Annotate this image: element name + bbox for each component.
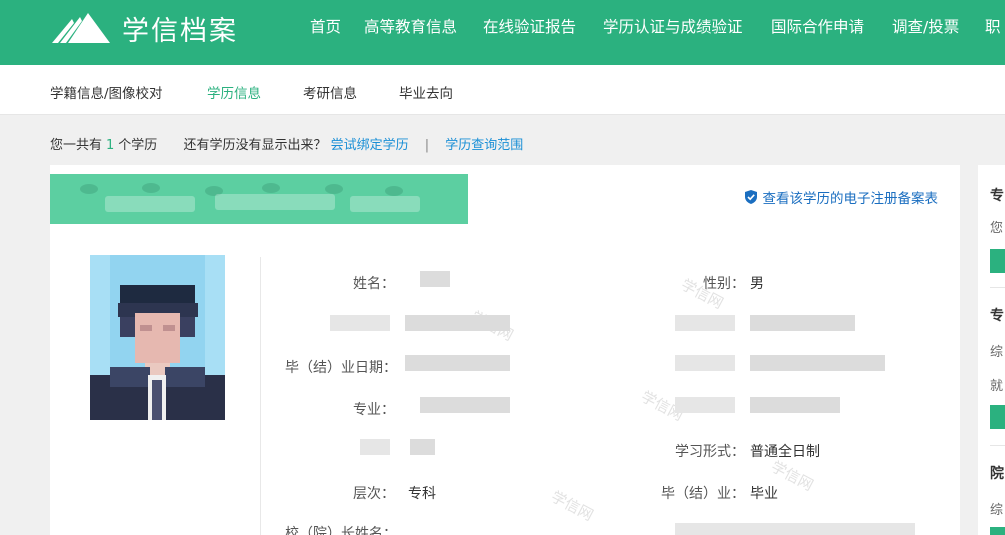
- query-scope-link[interactable]: 学历查询范围: [445, 138, 523, 153]
- sidebar-section-text: 综: [990, 503, 1004, 518]
- sidebar-divider: [990, 445, 1005, 446]
- banner-pattern: [325, 184, 343, 194]
- sidebar-section-text: 就: [990, 379, 1004, 394]
- redacted-school-name: [350, 196, 420, 212]
- logo[interactable]: 学信档案: [50, 8, 238, 48]
- redacted-field-value: [405, 315, 510, 331]
- redacted-field-value: [410, 439, 435, 455]
- redacted-major-value: [420, 397, 510, 413]
- gender-value: 男: [750, 276, 764, 292]
- redacted-name-value: [420, 271, 450, 287]
- degree-count: 1: [106, 138, 115, 153]
- sidebar-action-button[interactable]: [990, 527, 1005, 535]
- redacted-field-label: [360, 439, 390, 455]
- student-photo-image: [90, 255, 225, 420]
- view-registration-record-label: 查看该学历的电子注册备案表: [762, 191, 939, 207]
- major-label: 专业：: [353, 402, 395, 418]
- name-label: 姓名：: [353, 276, 395, 292]
- sidebar-section-title: 专: [990, 308, 1004, 324]
- sidebar-section-title: 专: [990, 188, 1004, 204]
- banner-pattern: [262, 183, 280, 193]
- nav-item-online-report[interactable]: 在线验证报告: [483, 15, 576, 37]
- top-navigation-bar: 学信档案 首页 高等教育信息 在线验证报告 学历认证与成绩验证 国际合作申请 调…: [0, 0, 1005, 65]
- redacted-graduation-date-value: [405, 355, 510, 371]
- redacted-field-label: [675, 355, 735, 371]
- sidebar-action-button[interactable]: [990, 405, 1005, 429]
- banner-pattern: [142, 183, 160, 193]
- logo-icon: [52, 13, 110, 43]
- level-value: 专科: [408, 486, 436, 502]
- nav-item-home[interactable]: 首页: [310, 15, 341, 37]
- sub-navigation-bar: 学籍信息/图像校对 学历信息 考研信息 毕业去向: [0, 65, 1005, 115]
- view-registration-record-link[interactable]: 查看该学历的电子注册备案表: [744, 187, 939, 207]
- summary-question: 还有学历没有显示出来？: [183, 138, 327, 153]
- nav-item-career[interactable]: 职: [985, 15, 1001, 37]
- graduation-status-label: 毕（结）业：: [661, 486, 745, 502]
- subnav-tab-destination[interactable]: 毕业去向: [399, 82, 453, 102]
- redacted-principal-value: [675, 523, 915, 535]
- redacted-field-value: [750, 315, 855, 331]
- photo-divider: [260, 257, 261, 535]
- sidebar-section-text: 综: [990, 345, 1004, 360]
- logo-text: 学信档案: [122, 15, 238, 47]
- nav-item-higher-education[interactable]: 高等教育信息: [364, 15, 457, 37]
- nav-item-international[interactable]: 国际合作申请: [771, 15, 864, 37]
- nav-item-certification[interactable]: 学历认证与成绩验证: [603, 15, 743, 37]
- student-photo: [90, 255, 225, 420]
- graduation-status-value: 毕业: [750, 486, 778, 502]
- nav-item-survey[interactable]: 调查/投票: [892, 15, 959, 37]
- banner-pattern: [385, 186, 403, 196]
- subnav-tab-postgrad-exam[interactable]: 考研信息: [303, 82, 357, 102]
- school-name-banner: [50, 174, 468, 224]
- redacted-school-name: [105, 196, 195, 212]
- subnav-tab-enrollment[interactable]: 学籍信息/图像校对: [50, 82, 163, 102]
- graduation-date-label: 毕（结）业日期：: [285, 360, 397, 376]
- summary-separator: |: [424, 138, 430, 153]
- sidebar-section-text: 您: [990, 221, 1004, 236]
- sidebar-section-title: 院: [990, 466, 1004, 482]
- summary-prefix: 您一共有: [50, 138, 103, 153]
- subnav-tab-degree[interactable]: 学历信息: [207, 82, 261, 102]
- bind-degree-link[interactable]: 尝试绑定学历: [331, 138, 409, 153]
- shield-check-icon: [744, 190, 757, 204]
- principal-label: 校（院）长姓名：: [285, 526, 397, 535]
- sidebar-action-button[interactable]: [990, 249, 1005, 273]
- watermark: 学信网: [548, 487, 597, 525]
- redacted-field-label: [330, 315, 390, 331]
- degree-record-card: 查看该学历的电子注册备案表 学信网 学信网 学信网 学信网 学信网 姓名：: [50, 165, 960, 535]
- redacted-field-value: [750, 355, 885, 371]
- right-sidebar: 专 您 专 综 就 院 综: [978, 165, 1005, 535]
- degree-summary: 您一共有 1 个学历 还有学历没有显示出来？ 尝试绑定学历 | 学历查询范围: [50, 134, 523, 153]
- redacted-field-value: [750, 397, 840, 413]
- summary-suffix: 个学历: [118, 138, 158, 153]
- redacted-field-label: [675, 315, 735, 331]
- sidebar-divider: [990, 287, 1005, 288]
- study-form-label: 学习形式：: [675, 444, 745, 460]
- redacted-field-label: [675, 397, 735, 413]
- redacted-school-name: [215, 194, 335, 210]
- gender-label: 性别：: [703, 276, 745, 292]
- banner-pattern: [80, 184, 98, 194]
- level-label: 层次：: [353, 486, 395, 502]
- study-form-value: 普通全日制: [750, 444, 820, 460]
